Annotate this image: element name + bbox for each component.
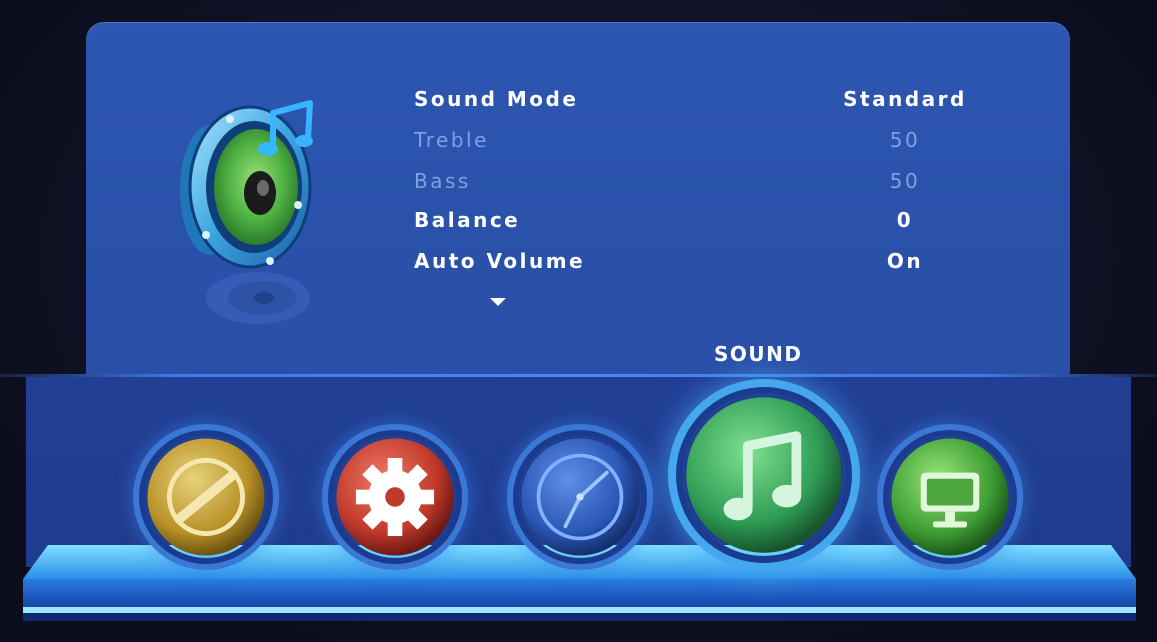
setting-label: Bass	[414, 169, 471, 193]
setting-label: Sound Mode	[414, 87, 579, 111]
tv-menu-screen: Sound Mode Standard Treble 50 Bass 50 Ba…	[0, 0, 1157, 642]
setting-label: Auto Volume	[414, 249, 586, 273]
menu-screen-button[interactable]	[889, 436, 1011, 558]
clock-icon	[521, 438, 639, 556]
menu-picture-button[interactable]	[145, 436, 267, 558]
music-note-icon	[686, 397, 842, 553]
scroll-down-arrow-icon[interactable]	[490, 298, 506, 306]
setting-label: Treble	[414, 128, 489, 152]
picture-dial-icon	[147, 438, 265, 556]
active-menu-title: SOUND	[714, 342, 803, 366]
gear-icon	[336, 438, 454, 556]
speaker-icon	[180, 100, 313, 324]
setting-label: Balance	[414, 208, 521, 232]
setting-value: 50	[889, 169, 921, 193]
panel-divider	[0, 374, 1157, 377]
setting-value: 50	[889, 128, 921, 152]
setting-value: On	[886, 249, 924, 273]
menu-time-button[interactable]	[519, 436, 641, 558]
setting-value: 0	[896, 208, 914, 232]
menu-sound-button[interactable]	[683, 394, 845, 556]
setting-value: Standard	[843, 87, 967, 111]
monitor-icon	[891, 438, 1009, 556]
menu-setup-button[interactable]	[334, 436, 456, 558]
